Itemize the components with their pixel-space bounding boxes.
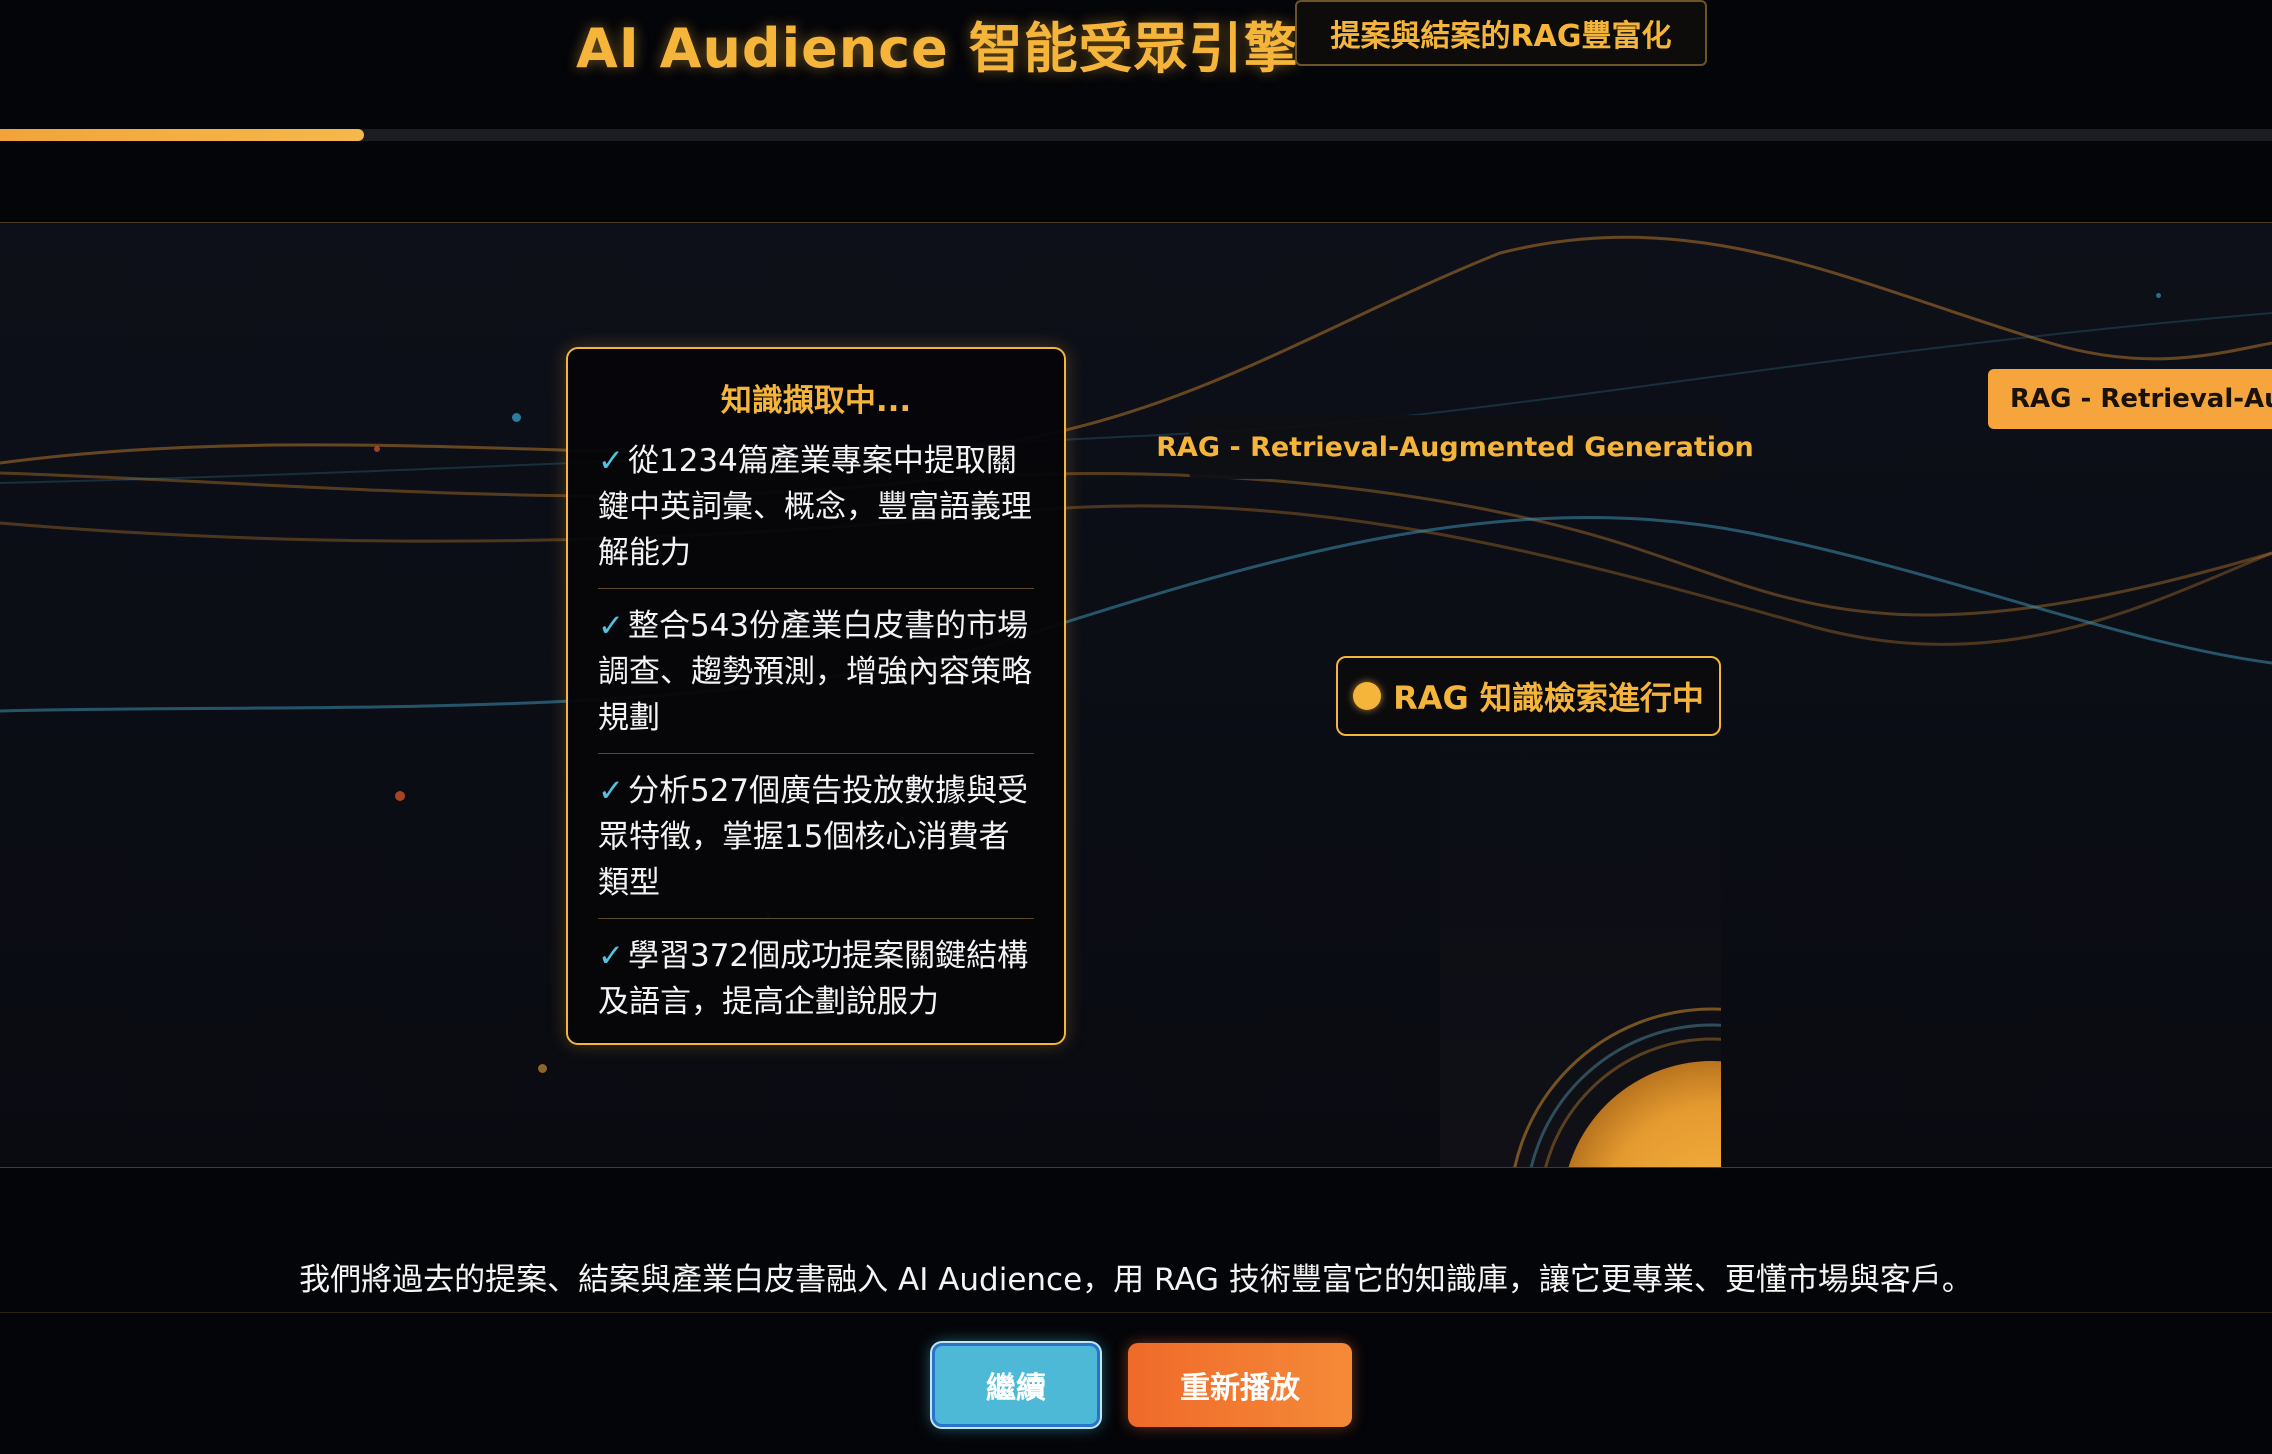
status-text: RAG 知識檢索進行中 [1393, 679, 1704, 717]
description-text: 我們將過去的提案、結案與產業白皮書融入 AI Audience，用 RAG 技術… [299, 1262, 1973, 1298]
particle [374, 446, 380, 452]
background-waves [0, 235, 2272, 713]
check-icon: ✓ [598, 773, 624, 809]
progress-bar-fill [0, 129, 364, 141]
orb-graphic [1440, 723, 1721, 1167]
knowledge-panel-title: 知識擷取中... [720, 383, 912, 419]
knowledge-item-text: 從1234篇產業專案中提取關鍵中英詞彙、概念，豐富語義理解能力 [598, 443, 1032, 571]
section-badge: 提案與結案的RAG豐富化 [1295, 0, 1707, 66]
replay-button[interactable]: 重新播放 [1128, 1343, 1352, 1427]
check-icon: ✓ [598, 608, 624, 644]
knowledge-item-text: 學習372個成功提案關鍵結構及語言，提高企劃說服力 [598, 938, 1029, 1020]
particle [538, 1064, 547, 1073]
rag-label: RAG - Retrieval-Augmented Generation [1156, 415, 1754, 479]
check-icon: ✓ [598, 938, 624, 974]
knowledge-item: ✓ 分析527個廣告投放數據與受眾特徵，掌握15個核心消費者類型 [598, 768, 1034, 919]
knowledge-item: ✓ 從1234篇產業專案中提取關鍵中英詞彙、概念，豐富語義理解能力 [598, 438, 1034, 589]
page: AI Audience 智能受眾引擎 提案與結案的RAG豐富化 知識擷取中...… [0, 0, 2272, 1454]
progress-bar [0, 129, 2272, 141]
status-dot-icon [1353, 682, 1382, 710]
divider [0, 1312, 2272, 1313]
knowledge-item: ✓ 學習372個成功提案關鍵結構及語言，提高企劃說服力 [598, 933, 1034, 1037]
animation-stage: 知識擷取中... ✓ 從1234篇產業專案中提取關鍵中英詞彙、概念，豐富語義理解能… [0, 222, 2272, 1168]
rag-tag: RAG - Retrieval-Augmented Generation [1988, 369, 2272, 429]
check-icon: ✓ [598, 443, 624, 479]
continue-button[interactable]: 繼續 [932, 1343, 1100, 1427]
particle [395, 791, 405, 801]
orb-icon [1513, 1007, 1721, 1167]
particle [2156, 293, 2161, 298]
knowledge-item: ✓ 整合543份產業白皮書的市場調查、趨勢預測，增強內容策略規劃 [598, 603, 1034, 754]
particle [512, 413, 521, 422]
knowledge-item-text: 分析527個廣告投放數據與受眾特徵，掌握15個核心消費者類型 [598, 773, 1029, 901]
knowledge-item-text: 整合543份產業白皮書的市場調查、趨勢預測，增強內容策略規劃 [598, 608, 1032, 736]
knowledge-panel: 知識擷取中... ✓ 從1234篇產業專案中提取關鍵中英詞彙、概念，豐富語義理解能… [566, 347, 1066, 1045]
status-indicator: RAG 知識檢索進行中 [1336, 656, 1721, 736]
page-title: AI Audience 智能受眾引擎 [576, 17, 1299, 80]
